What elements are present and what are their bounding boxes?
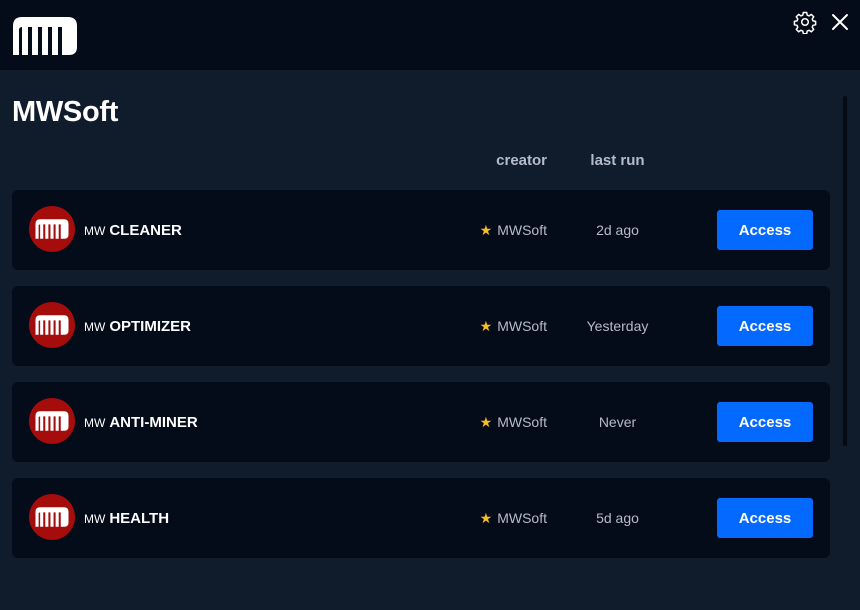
star-icon: ★ bbox=[479, 317, 493, 334]
scrollbar[interactable] bbox=[843, 96, 847, 446]
app-card-anti-miner: MW ANTI-MINER ★ MWSoft Never Access bbox=[12, 382, 830, 462]
column-header-last-run: last run bbox=[590, 152, 645, 169]
close-icon[interactable] bbox=[828, 10, 852, 34]
last-run-cell: Yesterday bbox=[586, 318, 649, 334]
app-title: ANTI-MINER bbox=[109, 413, 198, 431]
app-name: MW HEALTH bbox=[84, 478, 169, 558]
creator-cell: ★ MWSoft bbox=[452, 190, 547, 270]
app-title: OPTIMIZER bbox=[109, 317, 191, 335]
app-prefix: MW bbox=[84, 416, 106, 430]
mw-logo-icon bbox=[29, 494, 75, 540]
creator-cell: ★ MWSoft bbox=[452, 382, 547, 462]
last-run-cell: 5d ago bbox=[596, 510, 639, 526]
creator-name: MWSoft bbox=[497, 414, 547, 430]
star-icon: ★ bbox=[479, 413, 493, 430]
app-name: MW ANTI-MINER bbox=[84, 382, 198, 462]
mw-logo-icon bbox=[29, 206, 75, 252]
creator-cell: ★ MWSoft bbox=[452, 478, 547, 558]
app-card-cleaner: MW CLEANER ★ MWSoft 2d ago Access bbox=[12, 190, 830, 270]
creator-name: MWSoft bbox=[497, 318, 547, 334]
access-button-anti-miner[interactable]: Access bbox=[717, 402, 813, 442]
column-header-creator: creator bbox=[496, 152, 547, 169]
app-name: MW CLEANER bbox=[84, 190, 182, 270]
app-title: CLEANER bbox=[109, 221, 182, 239]
mw-logo-icon bbox=[29, 398, 75, 444]
access-button-optimizer[interactable]: Access bbox=[717, 306, 813, 346]
access-button-health[interactable]: Access bbox=[717, 498, 813, 538]
star-icon: ★ bbox=[479, 509, 493, 526]
page-title: MWSoft bbox=[12, 96, 119, 128]
star-icon: ★ bbox=[479, 221, 493, 238]
app-prefix: MW bbox=[84, 320, 106, 334]
last-run-cell: 2d ago bbox=[596, 222, 639, 238]
mw-logo-icon bbox=[29, 302, 75, 348]
app-title: HEALTH bbox=[109, 509, 170, 527]
creator-name: MWSoft bbox=[497, 222, 547, 238]
creator-name: MWSoft bbox=[497, 510, 547, 526]
creator-cell: ★ MWSoft bbox=[452, 286, 547, 366]
access-button-cleaner[interactable]: Access bbox=[717, 210, 813, 250]
app-prefix: MW bbox=[84, 224, 106, 238]
app-card-health: MW HEALTH ★ MWSoft 5d ago Access bbox=[12, 478, 830, 558]
gear-icon[interactable] bbox=[793, 10, 817, 34]
last-run-cell: Never bbox=[598, 414, 637, 430]
app-prefix: MW bbox=[84, 512, 106, 526]
app-card-optimizer: MW OPTIMIZER ★ MWSoft Yesterday Access bbox=[12, 286, 830, 366]
mw-logo-icon bbox=[13, 17, 77, 55]
app-name: MW OPTIMIZER bbox=[84, 286, 191, 366]
title-bar bbox=[0, 0, 860, 70]
